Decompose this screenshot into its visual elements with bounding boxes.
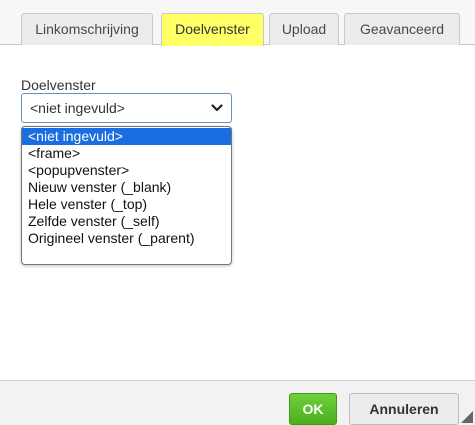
option-popupvenster[interactable]: <popupvenster>	[22, 162, 231, 179]
option-frame[interactable]: <frame>	[22, 145, 231, 162]
cancel-button[interactable]: Annuleren	[349, 393, 459, 425]
tab-upload[interactable]: Upload	[269, 13, 339, 45]
option-parent[interactable]: Origineel venster (_parent)	[22, 230, 231, 247]
option-top[interactable]: Hele venster (_top)	[22, 196, 231, 213]
option-self[interactable]: Zelfde venster (_self)	[22, 213, 231, 230]
ok-button[interactable]: OK	[289, 393, 337, 425]
target-field-label: Doelvenster	[21, 77, 96, 93]
tab-linkomschrijving[interactable]: Linkomschrijving	[21, 13, 153, 45]
target-select-value: <niet ingevuld>	[30, 100, 125, 116]
resize-grip-icon[interactable]	[461, 411, 473, 423]
chevron-down-icon	[211, 104, 223, 112]
link-dialog: Linkomschrijving Doelvenster Upload Geav…	[0, 0, 475, 425]
target-select[interactable]: <niet ingevuld>	[21, 93, 232, 123]
tab-doelvenster[interactable]: Doelvenster	[161, 13, 264, 46]
tab-bar: Linkomschrijving Doelvenster Upload Geav…	[0, 0, 475, 46]
target-dropdown-list: <niet ingevuld> <frame> <popupvenster> N…	[21, 126, 232, 265]
dialog-footer: OK Annuleren	[0, 380, 475, 425]
option-blank[interactable]: Nieuw venster (_blank)	[22, 179, 231, 196]
tab-geavanceerd[interactable]: Geavanceerd	[344, 13, 460, 45]
tab-content: Doelvenster <niet ingevuld> <niet ingevu…	[0, 46, 475, 380]
option-niet-ingevuld[interactable]: <niet ingevuld>	[22, 128, 231, 145]
